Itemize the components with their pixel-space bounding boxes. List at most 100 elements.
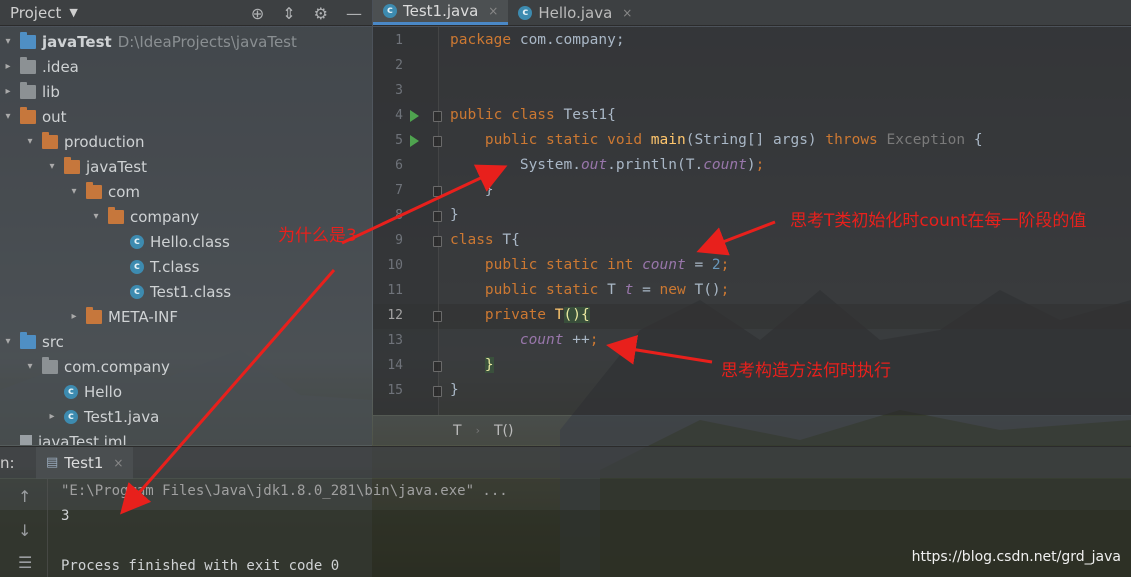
tree-item[interactable]: ▾ out <box>0 104 372 129</box>
code-line[interactable]: public static T t = new T(); <box>450 282 729 298</box>
fold-marker-icon[interactable] <box>433 386 442 397</box>
close-icon[interactable]: × <box>622 6 632 20</box>
folder-icon <box>20 56 36 74</box>
code-token: public static <box>484 282 608 298</box>
folder-icon <box>20 81 36 99</box>
fold-marker-icon[interactable] <box>433 111 442 122</box>
tree-item[interactable]: c Test1.class <box>0 279 372 304</box>
locate-icon[interactable]: ⊕ <box>251 4 264 23</box>
breadcrumb-method[interactable]: T() <box>494 423 513 439</box>
line-number: 13 <box>387 333 403 348</box>
code-token: T <box>607 282 625 298</box>
expanded-arrow-icon[interactable]: ▾ <box>46 161 58 172</box>
folder-icon <box>108 206 124 224</box>
fold-marker-icon[interactable] <box>433 311 442 322</box>
code-token: { <box>580 307 590 323</box>
close-icon[interactable]: × <box>488 4 498 18</box>
java-class-icon: c <box>518 5 533 20</box>
tree-item[interactable]: ▸ META-INF <box>0 304 372 329</box>
tree-item-label: lib <box>42 82 60 101</box>
java-class-icon: c <box>383 4 397 18</box>
fold-marker-icon[interactable] <box>433 361 442 372</box>
tree-item[interactable]: javaTest.iml <box>0 429 372 445</box>
code-token: T <box>554 307 564 323</box>
code-line[interactable]: package com.company; <box>450 32 625 48</box>
expanded-arrow-icon[interactable]: ▾ <box>2 336 14 347</box>
folder-icon <box>20 331 36 349</box>
expanded-arrow-icon[interactable]: ▾ <box>2 36 14 47</box>
tree-item-label: .idea <box>42 57 79 76</box>
code-line[interactable]: count ++; <box>450 332 599 348</box>
tree-item[interactable]: ▸ lib <box>0 79 372 104</box>
expanded-arrow-icon[interactable]: ▾ <box>24 136 36 147</box>
run-tab-test1[interactable]: ▤ Test1 × <box>36 446 134 479</box>
run-console[interactable]: ↑ ↓ ☰ "E:\Program Files\Java\jdk1.8.0_28… <box>0 479 1131 577</box>
minimize-icon[interactable]: — <box>346 4 362 23</box>
scroll-up-icon[interactable]: ↑ <box>18 487 31 506</box>
fold-marker-icon[interactable] <box>433 186 442 197</box>
collapse-all-icon[interactable]: ⇕ <box>282 4 295 23</box>
expanded-arrow-icon[interactable]: ▾ <box>90 211 102 222</box>
collapsed-arrow-icon[interactable]: ▸ <box>46 411 58 422</box>
code-line[interactable]: public class Test1{ <box>450 107 616 123</box>
code-token: main <box>650 132 686 148</box>
line-number: 10 <box>387 258 403 273</box>
close-icon[interactable]: × <box>113 456 123 470</box>
collapsed-arrow-icon[interactable]: ▸ <box>2 86 14 97</box>
code-line[interactable]: private T(){ <box>450 307 590 323</box>
code-token: private <box>484 307 555 323</box>
editor-tab-label: Test1.java <box>403 2 479 20</box>
tree-item[interactable]: ▸ c Test1.java <box>0 404 372 429</box>
scroll-down-icon[interactable]: ↓ <box>18 521 31 540</box>
gear-icon[interactable]: ⚙ <box>314 4 328 23</box>
tree-item-label: Test1.java <box>84 407 160 426</box>
project-view-selector[interactable]: Project ▼ <box>0 4 78 22</box>
collapsed-arrow-icon[interactable]: ▸ <box>2 61 14 72</box>
tree-item-label: src <box>42 332 64 351</box>
run-gutter-icon[interactable] <box>410 135 419 147</box>
fold-marker-icon[interactable] <box>433 136 442 147</box>
expanded-arrow-icon[interactable]: ▾ <box>24 361 36 372</box>
code-line[interactable]: } <box>450 207 459 223</box>
tree-item[interactable]: ▾ com.company <box>0 354 372 379</box>
tree-item[interactable]: ▸ .idea <box>0 54 372 79</box>
tree-item-label: Hello.class <box>150 232 230 251</box>
tree-item-label: com <box>108 182 141 201</box>
code-line[interactable]: class T{ <box>450 232 520 248</box>
code-line[interactable]: } <box>450 382 459 398</box>
tree-item[interactable]: ▾ production <box>0 129 372 154</box>
breadcrumb-class[interactable]: T <box>453 423 462 439</box>
code-line[interactable]: } <box>450 182 494 198</box>
line-number: 6 <box>395 158 403 173</box>
code-line[interactable]: public static int count = 2; <box>450 257 729 273</box>
expanded-arrow-icon[interactable]: ▾ <box>68 186 80 197</box>
code-line[interactable]: System.out.println(T.count); <box>450 157 764 173</box>
code-token: out <box>580 157 608 173</box>
tree-item[interactable]: ▾ com <box>0 179 372 204</box>
code-token: count <box>703 157 747 173</box>
tree-item[interactable]: ▾ src <box>0 329 372 354</box>
run-gutter-icon[interactable] <box>410 110 419 122</box>
code-line[interactable]: public static void main(String[] args) t… <box>450 132 983 148</box>
annotation-think-init: 思考T类初始化时count在每一阶段的值 <box>790 211 1087 231</box>
fold-marker-icon[interactable] <box>433 211 442 222</box>
expanded-arrow-icon[interactable]: ▾ <box>2 111 14 122</box>
project-view-title: Project <box>10 3 62 22</box>
tree-item[interactable]: c T.class <box>0 254 372 279</box>
code-token: Exception <box>886 132 974 148</box>
tree-item[interactable]: ▾ javaTest <box>0 154 372 179</box>
editor-tab[interactable]: c Hello.java × <box>508 0 642 25</box>
code-line[interactable]: } <box>450 357 494 373</box>
tree-item-label: javaTest.iml <box>38 432 127 446</box>
fold-marker-icon[interactable] <box>433 236 442 247</box>
tree-item[interactable]: ▾ javaTest D:\IdeaProjects\javaTest <box>0 29 372 54</box>
collapsed-arrow-icon[interactable]: ▸ <box>68 311 80 322</box>
code-token: { <box>973 132 983 148</box>
soft-wrap-icon[interactable]: ☰ <box>18 553 32 572</box>
tree-item-label: Hello <box>84 382 123 401</box>
tree-item[interactable]: c Hello <box>0 379 372 404</box>
editor-tab[interactable]: c Test1.java × <box>373 0 509 25</box>
